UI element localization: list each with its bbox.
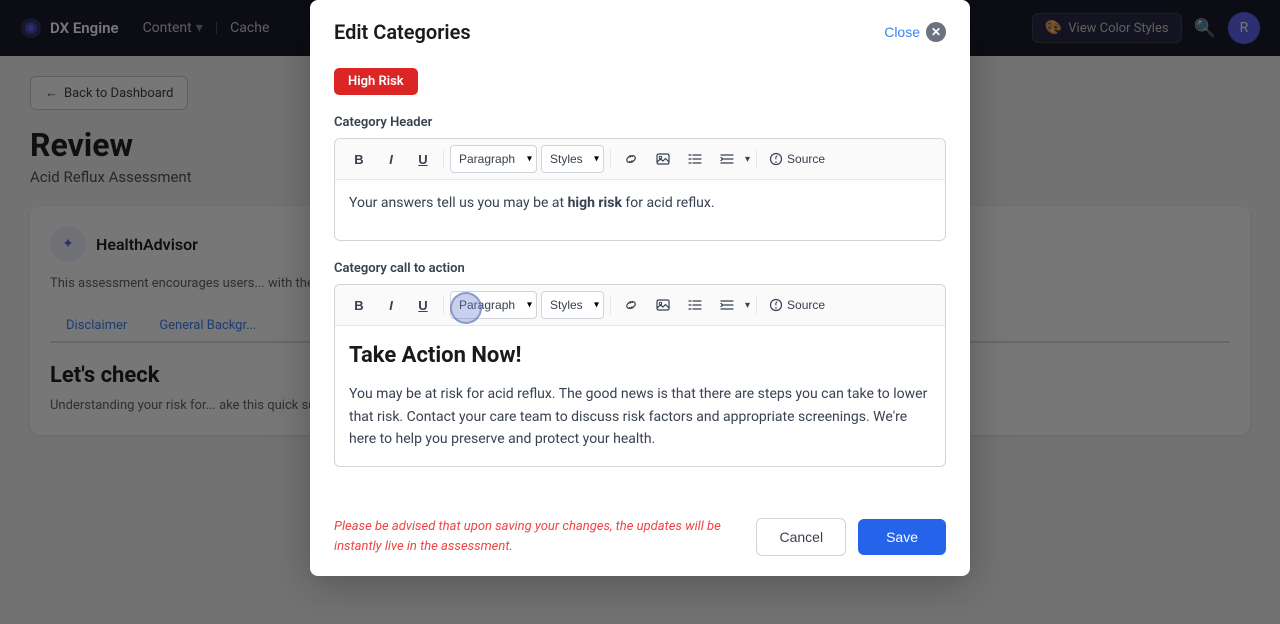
- image-icon-2: [656, 298, 670, 312]
- divider-4: [443, 295, 444, 315]
- cta-body: You may be at risk for acid reflux. The …: [349, 383, 931, 450]
- indent-dropdown-icon-1: ▾: [745, 154, 750, 165]
- divider-5: [610, 295, 611, 315]
- link-icon-2: [624, 298, 638, 312]
- footer-note-prefix: Please be advised: [334, 519, 439, 534]
- italic-button-1[interactable]: I: [377, 145, 405, 173]
- modal-header: Edit Categories Close ✕: [310, 0, 970, 60]
- toolbar-1: B I U Paragraph Heading 1 Heading 2 Head…: [335, 139, 945, 180]
- modal-body: High Risk Category Header B I U Paragrap…: [310, 60, 970, 503]
- cta-label: Category call to action: [334, 261, 946, 276]
- bold-button-2[interactable]: B: [345, 291, 373, 319]
- divider-6: [756, 295, 757, 315]
- edit-categories-modal: Edit Categories Close ✕ High Risk Catego…: [310, 0, 970, 576]
- modal-title: Edit Categories: [334, 20, 471, 44]
- styles-select-2[interactable]: Styles: [541, 291, 604, 319]
- modal-close-button[interactable]: Close ✕: [884, 22, 946, 42]
- styles-select-1[interactable]: Styles: [541, 145, 604, 173]
- indent-button-1[interactable]: [713, 145, 741, 173]
- source-button-1[interactable]: Source: [763, 148, 831, 170]
- paragraph-select-2[interactable]: Paragraph Heading 1 Heading 2: [450, 291, 537, 319]
- category-header-content[interactable]: Your answers tell us you may be at high …: [335, 180, 945, 240]
- source-button-2[interactable]: Source: [763, 294, 831, 316]
- indent-dropdown-icon-2: ▾: [745, 300, 750, 311]
- category-header-label: Category Header: [334, 115, 946, 130]
- list-icon-1: [688, 152, 702, 166]
- list-icon-2: [688, 298, 702, 312]
- list-button-2[interactable]: [681, 291, 709, 319]
- toolbar-2: B I U Paragraph Heading 1 Heading 2 ▾: [335, 285, 945, 326]
- footer-actions: Cancel Save: [756, 518, 946, 556]
- close-x-icon: ✕: [926, 22, 946, 42]
- cancel-button[interactable]: Cancel: [756, 518, 846, 556]
- divider-3: [756, 149, 757, 169]
- modal-footer: Please be advised that upon saving your …: [310, 503, 970, 576]
- risk-badge: High Risk: [334, 68, 418, 95]
- indent-icon-1: [720, 152, 734, 166]
- header-text-bold: high risk: [568, 195, 622, 211]
- image-button-1[interactable]: [649, 145, 677, 173]
- divider-2: [610, 149, 611, 169]
- source-icon-2: [769, 298, 783, 312]
- header-text-suffix: for acid reflux.: [622, 195, 715, 211]
- underline-button-2[interactable]: U: [409, 291, 437, 319]
- cta-heading: Take Action Now!: [349, 338, 931, 373]
- styles-select-wrapper-1: Styles ▾: [541, 145, 604, 173]
- link-button-2[interactable]: [617, 291, 645, 319]
- image-icon-1: [656, 152, 670, 166]
- paragraph-select-1[interactable]: Paragraph Heading 1 Heading 2 Heading 3: [450, 145, 537, 173]
- close-label: Close: [884, 24, 920, 40]
- link-button-1[interactable]: [617, 145, 645, 173]
- indent-icon-2: [720, 298, 734, 312]
- category-header-editor: B I U Paragraph Heading 1 Heading 2 Head…: [334, 138, 946, 241]
- footer-note: Please be advised that upon saving your …: [334, 517, 734, 556]
- paragraph-select-wrapper-2: Paragraph Heading 1 Heading 2 ▾: [450, 291, 537, 319]
- image-button-2[interactable]: [649, 291, 677, 319]
- bold-button-1[interactable]: B: [345, 145, 373, 173]
- underline-button-1[interactable]: U: [409, 145, 437, 173]
- modal-overlay: Edit Categories Close ✕ High Risk Catego…: [0, 0, 1280, 624]
- list-button-1[interactable]: [681, 145, 709, 173]
- styles-select-wrapper-2: Styles ▾: [541, 291, 604, 319]
- save-button[interactable]: Save: [858, 519, 946, 555]
- indent-button-2[interactable]: [713, 291, 741, 319]
- source-icon-1: [769, 152, 783, 166]
- cta-content[interactable]: Take Action Now! You may be at risk for …: [335, 326, 945, 466]
- paragraph-select-wrapper-1: Paragraph Heading 1 Heading 2 Heading 3 …: [450, 145, 537, 173]
- divider-1: [443, 149, 444, 169]
- cta-editor: B I U Paragraph Heading 1 Heading 2 ▾: [334, 284, 946, 467]
- header-text-prefix: Your answers tell us you may be at: [349, 195, 568, 211]
- italic-button-2[interactable]: I: [377, 291, 405, 319]
- link-icon-1: [624, 152, 638, 166]
